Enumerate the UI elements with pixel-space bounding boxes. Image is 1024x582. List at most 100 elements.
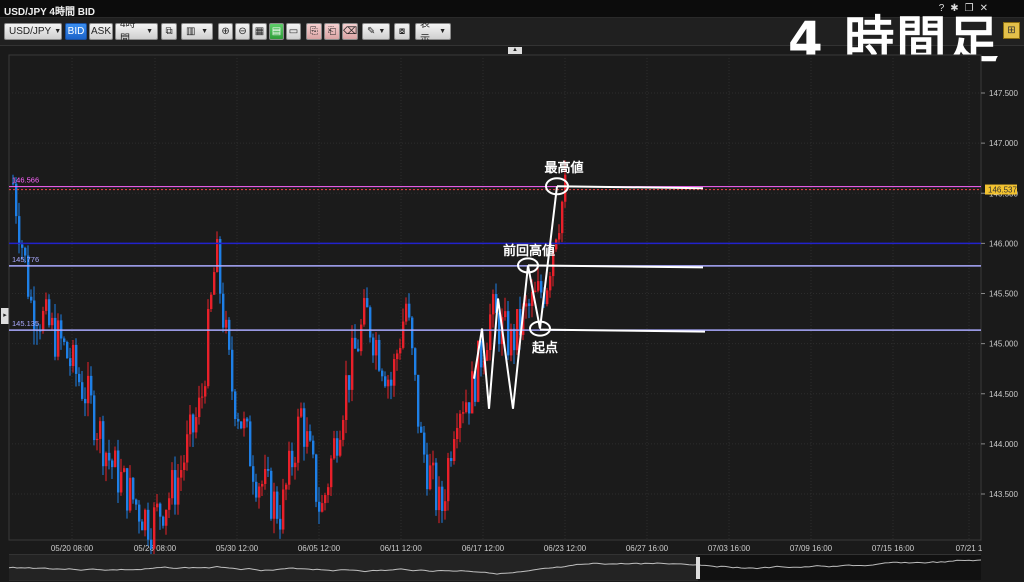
candle-body [387, 379, 390, 387]
candle-body [408, 303, 411, 318]
date-tick-label: 05/20 08:00 [51, 544, 94, 553]
candle-body [54, 317, 57, 357]
candle-body [375, 339, 378, 356]
candle-body [108, 452, 111, 461]
price-chart: 05/20 08:00 05/26 08:00 05/30 12:00 06/05 1… [8, 54, 1018, 563]
candle-body [189, 414, 192, 435]
candle-body [390, 379, 393, 386]
candle-body [147, 509, 150, 540]
candle-body [42, 310, 45, 332]
candle-body [450, 458, 453, 462]
candle-body [165, 509, 168, 526]
date-tick-label: 07/03 16:00 [708, 544, 751, 553]
candle-body [435, 462, 438, 511]
candle-body [267, 468, 270, 471]
candle-body [525, 303, 528, 307]
candle-body [399, 347, 402, 354]
candle-body [264, 468, 267, 484]
candle-body [30, 296, 33, 301]
start-annotation-label: 起点 [531, 340, 558, 356]
candle-body [261, 483, 264, 487]
candle-body [549, 276, 552, 291]
candle-body [159, 503, 162, 517]
candle-body [309, 431, 312, 441]
date-tick-label: 06/05 12:00 [298, 544, 341, 553]
candle-body [300, 408, 303, 417]
candle-body [144, 509, 147, 531]
candle-body [489, 314, 492, 351]
candle-body [75, 344, 78, 374]
candle-body [45, 299, 48, 311]
candle-body [564, 174, 567, 202]
candle-body [21, 244, 24, 248]
candle-body [372, 337, 375, 356]
candle-body [141, 521, 144, 531]
price-tick-label: 145.500 [989, 290, 1018, 299]
candle-body [255, 481, 258, 498]
candle-body [393, 359, 396, 386]
candle-body [210, 294, 213, 310]
price-tick-label: 145.000 [989, 340, 1018, 349]
date-tick-label: 07/21 1 [956, 544, 983, 553]
candle-body [369, 307, 372, 338]
candle-body [465, 402, 468, 413]
overview-range-window[interactable] [9, 555, 698, 581]
wave-annotation-line [473, 186, 558, 409]
candle-body [201, 396, 204, 398]
overview-range-handle[interactable] [696, 557, 700, 579]
candle-body [126, 468, 129, 511]
candle-body [252, 466, 255, 482]
candle-body [102, 421, 105, 467]
candle-body [315, 454, 318, 502]
candle-body [405, 303, 408, 322]
candle-body [321, 503, 324, 512]
candle-body [246, 418, 249, 422]
candle-body [228, 319, 231, 350]
date-tick-label: 06/23 12:00 [544, 544, 587, 553]
candle-body [192, 414, 195, 433]
date-tick-label: 06/17 12:00 [462, 544, 505, 553]
candle-body [345, 375, 348, 421]
candle-body [63, 338, 66, 342]
candle-body [561, 201, 564, 234]
candle-body [528, 303, 531, 306]
candle-body [468, 402, 471, 414]
candle-body [168, 498, 171, 510]
candle-body [111, 460, 114, 468]
candle-body [507, 311, 510, 356]
candle-body [420, 426, 423, 433]
candle-body [282, 489, 285, 530]
candle-body [336, 438, 339, 456]
candle-body [297, 416, 300, 463]
candle-body [414, 348, 417, 375]
candle-body [291, 450, 294, 468]
candle-body [132, 477, 135, 500]
chart-area[interactable]: 05/20 08:00 05/26 08:00 05/30 12:00 06/05 1… [8, 54, 1018, 563]
candle-body [249, 421, 252, 467]
candle-body [15, 183, 18, 217]
candle-body [69, 358, 72, 367]
candle-body [432, 462, 435, 466]
candle-body [231, 349, 234, 392]
high-annotation-label: 最高値 [544, 160, 583, 176]
candle-body [123, 468, 126, 472]
candle-body [438, 486, 441, 511]
prev-high-annotation-label: 前回高値 [503, 243, 555, 259]
candle-body [534, 290, 537, 292]
candle-body [333, 438, 336, 459]
candle-body [180, 470, 183, 478]
candle-body [171, 470, 174, 499]
price-tick-label: 143.500 [989, 490, 1018, 499]
chart-overview-scroller[interactable] [8, 554, 982, 581]
date-tick-label: 06/27 16:00 [626, 544, 669, 553]
candle-body [207, 309, 210, 387]
candle-body [444, 501, 447, 512]
candle-body [243, 418, 246, 429]
candle-body [312, 440, 315, 455]
level-value-label: 145.135 [12, 319, 39, 328]
current-price-label: 146.537 [988, 186, 1017, 195]
candle-body [174, 470, 177, 505]
candle-body [198, 397, 201, 418]
candle-body [378, 339, 381, 371]
price-tick-label: 147.500 [989, 89, 1018, 98]
